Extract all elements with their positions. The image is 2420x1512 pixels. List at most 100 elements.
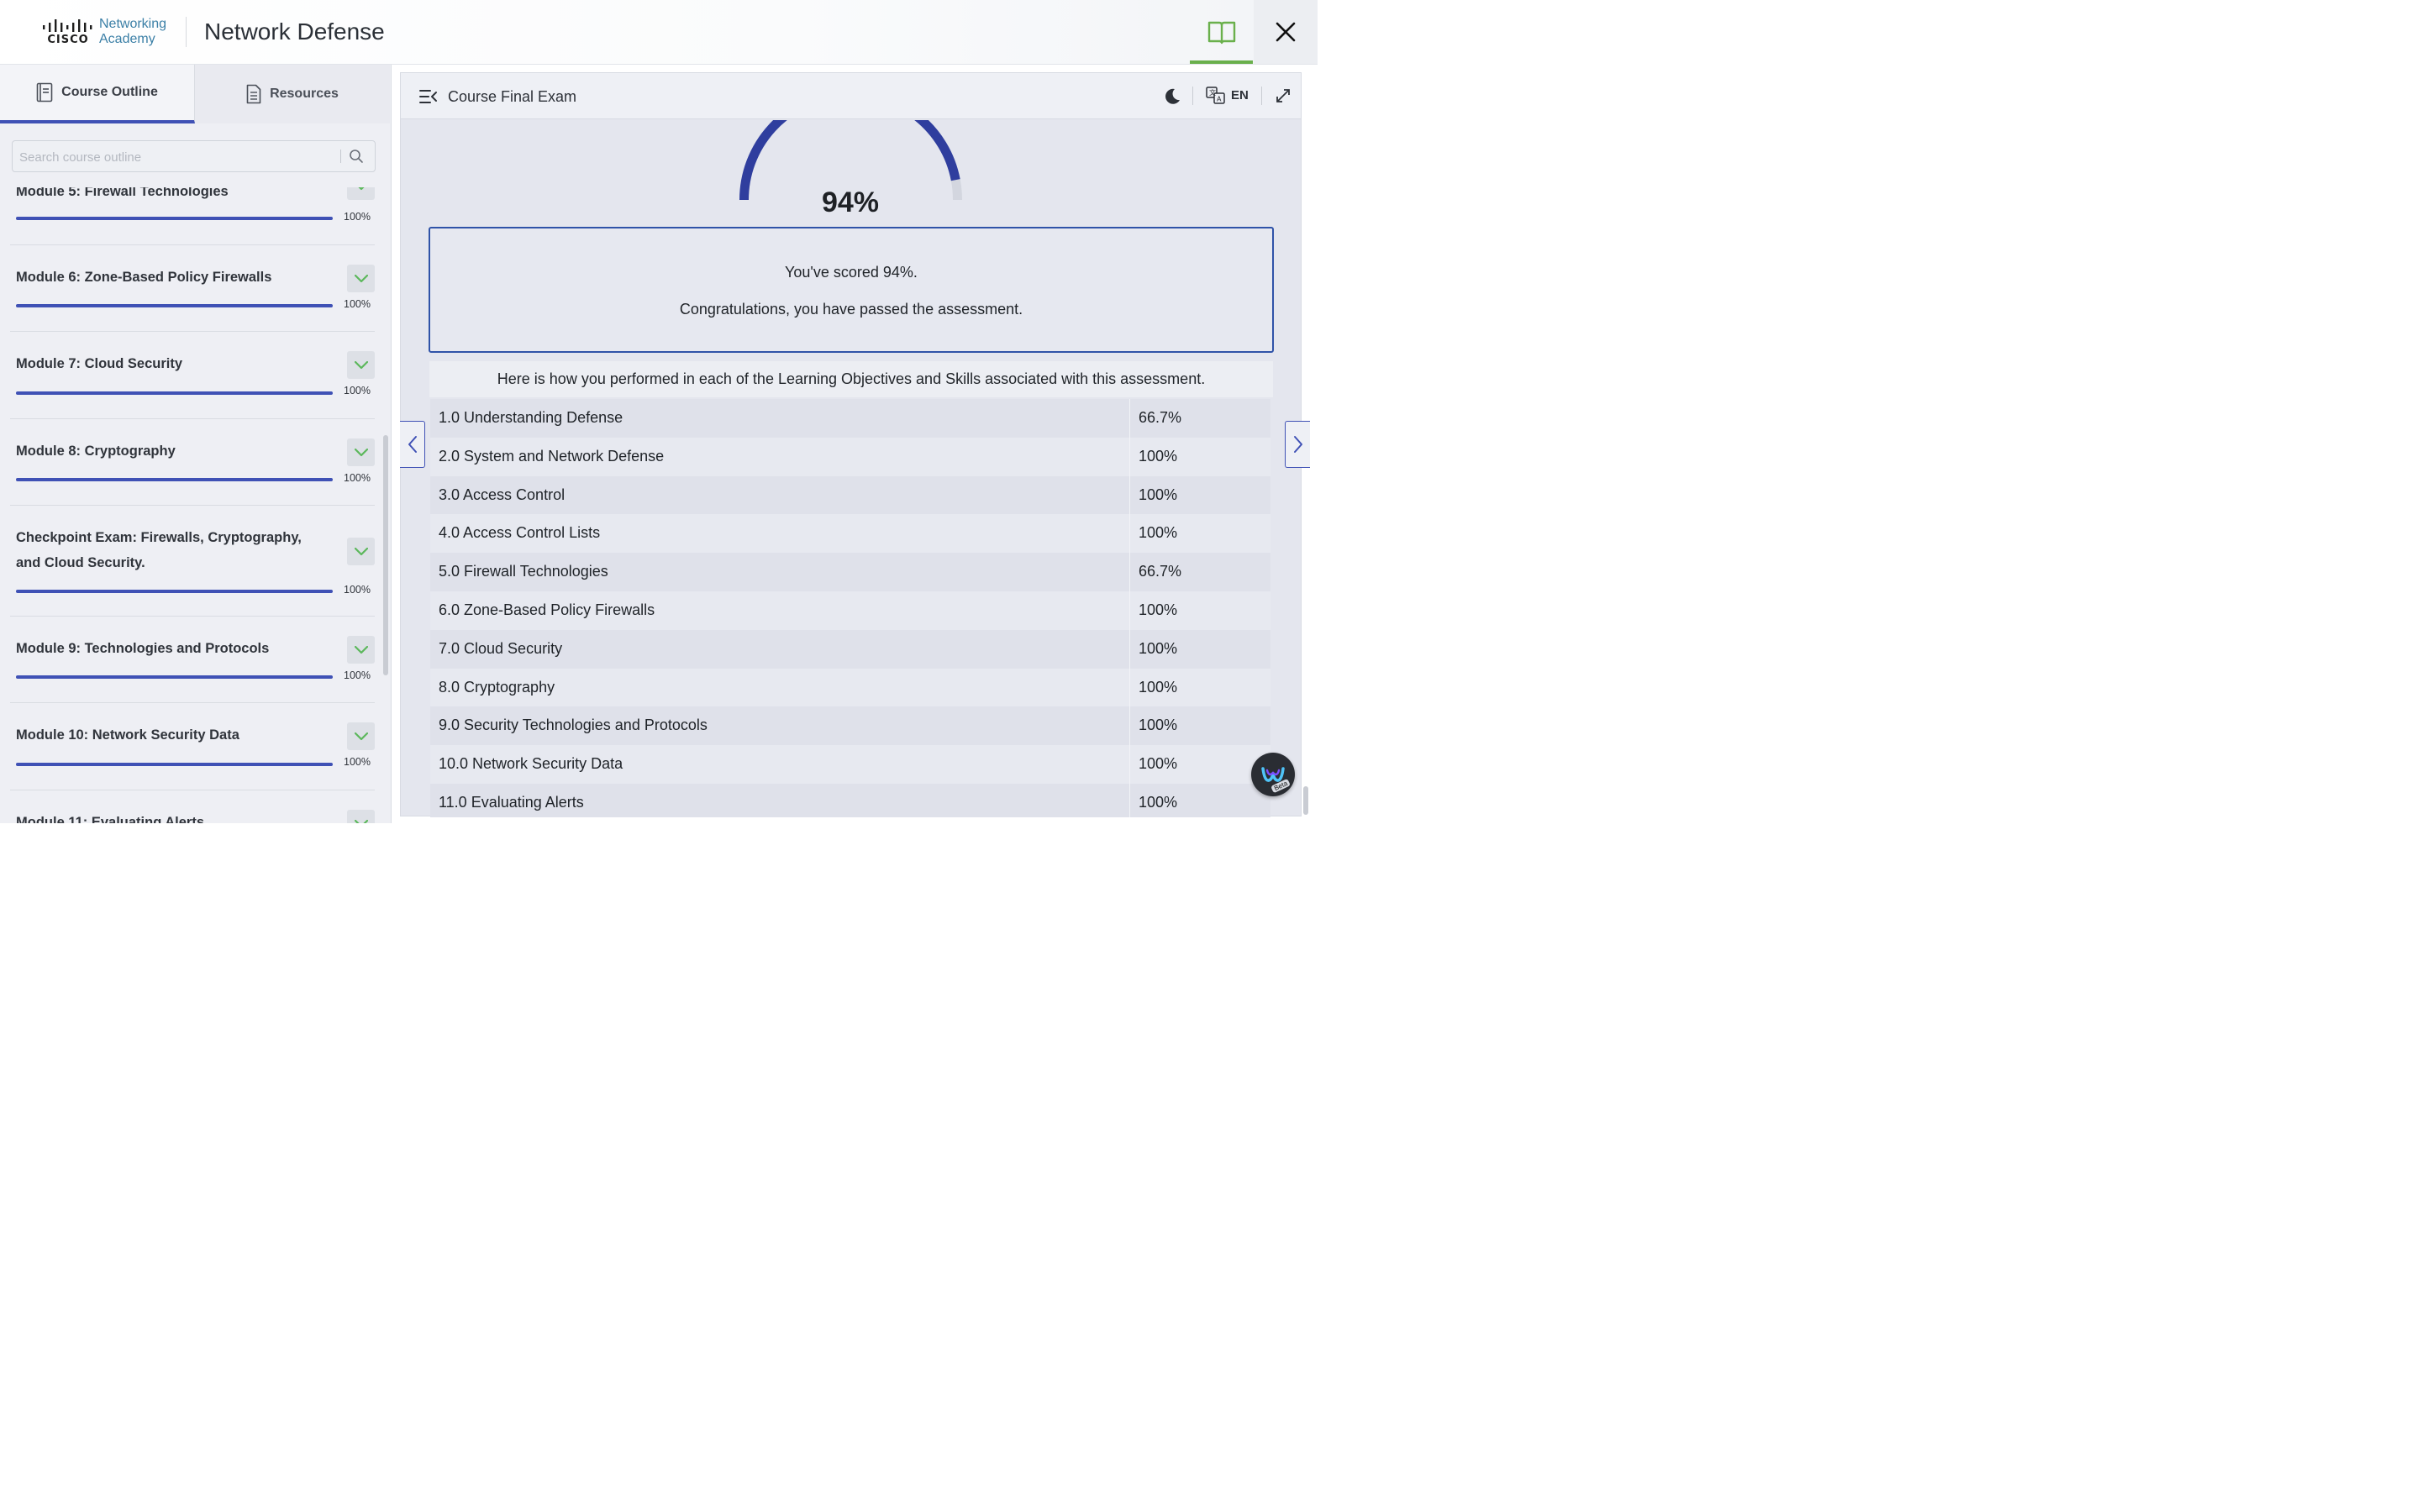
module-title: Module 6: Zone-Based Policy Firewalls [16, 270, 272, 285]
objectives-table: 1.0 Understanding Defense 66.7% 2.0 Syste… [430, 399, 1270, 817]
dark-mode-icon[interactable] [1163, 87, 1181, 106]
module-expand-button[interactable] [347, 636, 375, 664]
search-input[interactable] [18, 141, 340, 173]
objective-name: 7.0 Cloud Security [439, 639, 563, 657]
book-active-indicator [1190, 60, 1253, 64]
column-separator [1129, 706, 1130, 746]
table-row: 1.0 Understanding Defense 66.7% [430, 399, 1270, 438]
checkpoint-exam-item[interactable]: Checkpoint Exam: Firewalls, Cryptography… [10, 505, 375, 617]
collapse-menu-icon[interactable] [419, 89, 438, 104]
module-expand-button[interactable] [347, 810, 375, 823]
module-title: Module 5: Firewall Technologies [16, 187, 229, 199]
result-message-box: You've scored 94%. Congratulations, you … [429, 227, 1274, 353]
module-item[interactable]: Module 9: Technologies and Protocols 100… [10, 616, 375, 703]
netacad-line1: Networking [99, 17, 167, 31]
next-page-button[interactable] [1285, 421, 1310, 468]
module-item[interactable]: Module 11: Evaluating Alerts [10, 790, 375, 823]
top-bar: CISCO Networking Academy Network Defense [0, 0, 1318, 65]
objective-score: 100% [1139, 601, 1178, 618]
column-separator [1129, 514, 1130, 554]
objective-score: 100% [1139, 755, 1178, 773]
objective-name: 10.0 Network Security Data [439, 755, 623, 773]
module-progress-value: 100% [344, 669, 371, 681]
column-separator [1129, 668, 1130, 707]
course-book-button[interactable] [1190, 0, 1253, 64]
cisco-networking-academy-logo[interactable]: CISCO Networking Academy [42, 15, 166, 49]
module-item[interactable]: Module 7: Cloud Security 100% [10, 331, 375, 419]
module-progress-bar [16, 590, 333, 593]
exam-header: Course Final Exam 文 A EN [400, 72, 1302, 119]
column-separator [1129, 475, 1130, 515]
module-expand-button[interactable] [347, 438, 375, 466]
module-progress-bar [16, 304, 333, 307]
chevron-down-icon [354, 360, 368, 369]
objective-name: 6.0 Zone-Based Policy Firewalls [439, 601, 655, 618]
column-separator [1129, 783, 1130, 817]
module-expand-button[interactable] [347, 538, 375, 565]
module-item[interactable]: Module 5: Firewall Technologies 100% [10, 187, 375, 245]
chevron-down-icon [354, 732, 368, 740]
table-row: 8.0 Cryptography 100% [430, 668, 1270, 707]
module-title: Checkpoint Exam: Firewalls, Cryptography… [16, 530, 302, 570]
tab-course-outline[interactable]: Course Outline [0, 65, 195, 123]
book-icon [1207, 21, 1235, 45]
table-row: 7.0 Cloud Security 100% [430, 629, 1270, 669]
chevron-down-icon [354, 819, 368, 823]
chevron-left-icon [408, 436, 417, 453]
search-icon[interactable] [349, 149, 364, 164]
module-item[interactable]: Module 6: Zone-Based Policy Firewalls 10… [10, 244, 375, 332]
table-row: 6.0 Zone-Based Policy Firewalls 100% [430, 591, 1270, 630]
language-selector[interactable]: EN [1231, 88, 1249, 102]
chevron-right-icon [1293, 436, 1302, 453]
course-sidebar: Course Outline Resources Module 5: Firew… [0, 65, 392, 823]
table-row: 9.0 Security Technologies and Protocols 1… [430, 706, 1270, 746]
module-progress-value: 100% [344, 472, 371, 484]
module-title: Module 9: Technologies and Protocols [16, 641, 270, 656]
module-title: Module 10: Network Security Data [16, 727, 239, 743]
sidebar-scrollbar[interactable] [383, 435, 388, 675]
column-separator [1129, 629, 1130, 669]
header-separator [1261, 87, 1262, 105]
column-separator [1129, 591, 1130, 630]
cisco-wordmark: CISCO [47, 33, 89, 46]
module-progress-bar [16, 391, 333, 395]
exam-title: Course Final Exam [448, 88, 577, 105]
objective-name: 9.0 Security Technologies and Protocols [439, 717, 708, 734]
module-progress-value: 100% [344, 756, 371, 768]
module-progress-value: 100% [344, 298, 371, 310]
module-item[interactable]: Module 8: Cryptography 100% [10, 418, 375, 506]
module-expand-button[interactable] [347, 265, 375, 292]
objective-score: 66.7% [1139, 409, 1182, 426]
search-separator [340, 150, 341, 163]
module-progress-bar [16, 217, 333, 220]
objective-score: 66.7% [1139, 563, 1182, 580]
module-expand-button[interactable] [347, 351, 375, 379]
module-progress-bar [16, 763, 333, 766]
content-scrollbar[interactable] [1303, 786, 1308, 815]
module-item[interactable]: Module 10: Network Security Data 100% [10, 702, 375, 790]
objective-name: 8.0 Cryptography [439, 678, 555, 696]
document-icon [246, 84, 261, 104]
objective-score: 100% [1139, 793, 1178, 811]
fullscreen-icon[interactable] [1275, 87, 1292, 104]
close-icon [1276, 22, 1296, 42]
translate-icon[interactable]: 文 A [1206, 87, 1226, 105]
module-title: Module 11: Evaluating Alerts [16, 815, 205, 823]
tab-course-outline-label: Course Outline [61, 85, 158, 99]
tab-resources[interactable]: Resources [195, 65, 390, 123]
objective-score: 100% [1139, 717, 1178, 734]
netacad-wordmark: Networking Academy [99, 17, 166, 47]
module-progress-bar [16, 675, 333, 679]
table-row: 5.0 Firewall Technologies 66.7% [430, 553, 1270, 591]
close-button[interactable] [1254, 0, 1318, 64]
objective-score: 100% [1139, 678, 1178, 696]
column-separator [1129, 437, 1130, 476]
sidebar-tabs: Course Outline Resources [0, 65, 391, 123]
objective-score: 100% [1139, 524, 1178, 542]
chevron-down-icon [354, 645, 368, 654]
objective-name: 3.0 Access Control [439, 486, 566, 503]
module-expand-button[interactable] [347, 722, 375, 750]
column-separator [1129, 553, 1130, 591]
module-expand-button[interactable] [347, 187, 375, 200]
previous-page-button[interactable] [400, 421, 425, 468]
